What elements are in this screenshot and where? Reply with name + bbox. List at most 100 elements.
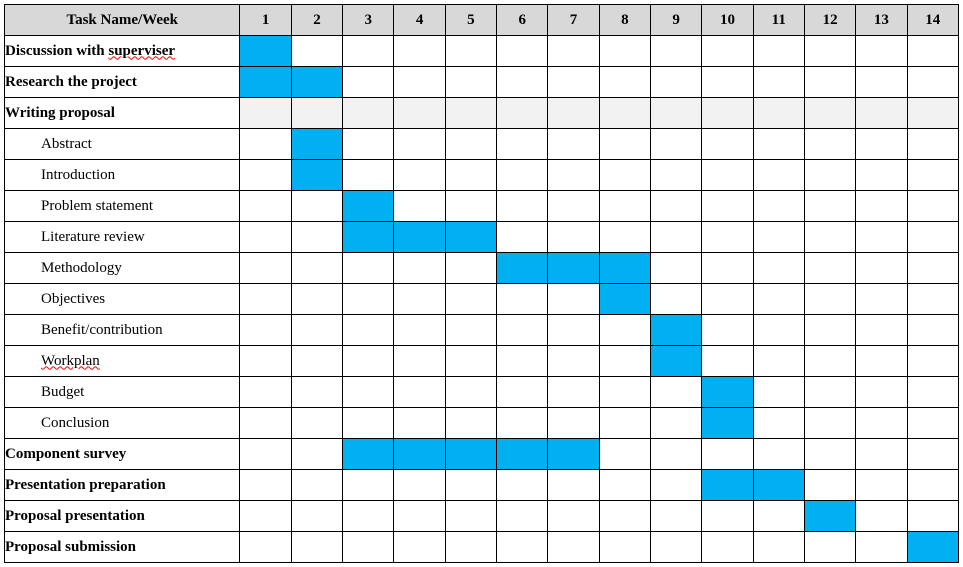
gantt-cell [650,439,701,470]
gantt-cell [599,284,650,315]
gantt-cell [907,253,958,284]
gantt-cell [291,129,342,160]
gantt-cell [907,439,958,470]
gantt-cell [702,67,753,98]
gantt-cell [240,160,291,191]
header-week-10: 10 [702,5,753,36]
gantt-cell [343,129,394,160]
gantt-cell [650,191,701,222]
gantt-cell [240,377,291,408]
gantt-cell [497,439,548,470]
gantt-cell [907,160,958,191]
table-row: Conclusion [5,408,959,439]
gantt-cell [394,377,445,408]
gantt-cell [856,191,907,222]
gantt-cell [599,346,650,377]
gantt-cell [445,532,496,563]
gantt-cell [753,253,804,284]
gantt-cell [702,439,753,470]
gantt-cell [497,377,548,408]
header-week-11: 11 [753,5,804,36]
gantt-cell [907,346,958,377]
header-week-3: 3 [343,5,394,36]
table-row: Research the project [5,67,959,98]
gantt-cell [240,501,291,532]
gantt-cell [240,408,291,439]
gantt-cell [548,501,599,532]
gantt-cell [548,532,599,563]
table-row: Objectives [5,284,959,315]
gantt-cell [753,377,804,408]
header-week-8: 8 [599,5,650,36]
gantt-cell [907,36,958,67]
gantt-cell [240,129,291,160]
gantt-cell [343,253,394,284]
gantt-cell [856,532,907,563]
gantt-cell [599,160,650,191]
gantt-cell [907,98,958,129]
gantt-cell [394,346,445,377]
gantt-cell [702,253,753,284]
gantt-cell [804,284,855,315]
gantt-cell [650,470,701,501]
gantt-cell [599,191,650,222]
gantt-cell [291,501,342,532]
gantt-cell [497,129,548,160]
table-row: Workplan [5,346,959,377]
gantt-cell [343,222,394,253]
gantt-cell [343,67,394,98]
gantt-cell [650,532,701,563]
gantt-cell [907,284,958,315]
gantt-cell [445,191,496,222]
gantt-cell [394,160,445,191]
gantt-cell [548,470,599,501]
task-name-cell: Problem statement [5,191,240,222]
gantt-cell [753,408,804,439]
gantt-cell [753,129,804,160]
gantt-cell [804,439,855,470]
gantt-cell [240,284,291,315]
gantt-cell [907,501,958,532]
gantt-cell [548,36,599,67]
task-name-cell: Workplan [5,346,240,377]
table-row: Benefit/contribution [5,315,959,346]
gantt-cell [599,501,650,532]
gantt-cell [753,284,804,315]
header-week-7: 7 [548,5,599,36]
gantt-cell [548,315,599,346]
gantt-cell [343,377,394,408]
gantt-cell [753,346,804,377]
gantt-cell [599,377,650,408]
gantt-cell [753,36,804,67]
gantt-cell [343,315,394,346]
gantt-cell [343,284,394,315]
gantt-cell [240,191,291,222]
gantt-cell [343,191,394,222]
gantt-cell [343,36,394,67]
gantt-cell [702,346,753,377]
gantt-cell [804,315,855,346]
gantt-cell [702,222,753,253]
gantt-cell [291,439,342,470]
gantt-cell [804,222,855,253]
gantt-cell [497,470,548,501]
task-name-cell: Writing proposal [5,98,240,129]
gantt-cell [240,346,291,377]
gantt-cell [702,284,753,315]
gantt-cell [445,470,496,501]
gantt-cell [907,67,958,98]
gantt-cell [856,501,907,532]
gantt-cell [753,439,804,470]
gantt-cell [599,222,650,253]
gantt-cell [240,36,291,67]
gantt-cell [804,67,855,98]
gantt-cell [291,408,342,439]
gantt-cell [291,67,342,98]
gantt-cell [240,253,291,284]
gantt-cell [599,470,650,501]
gantt-cell [702,408,753,439]
task-name-cell: Discussion with superviser [5,36,240,67]
gantt-cell [394,284,445,315]
task-name-cell: Conclusion [5,408,240,439]
gantt-cell [445,501,496,532]
